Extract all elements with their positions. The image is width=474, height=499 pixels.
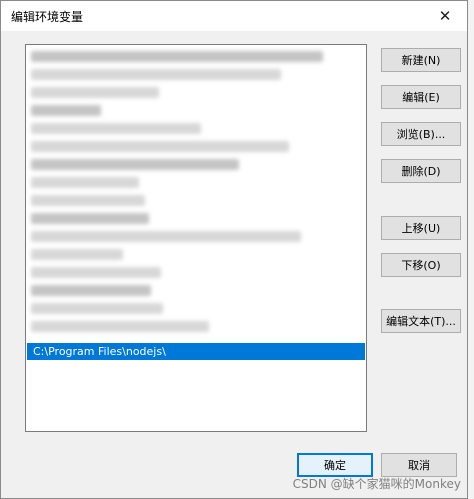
list-item[interactable] — [27, 156, 365, 173]
watermark: CSDN @缺个家猫咪的Monkey — [292, 477, 461, 491]
list-item[interactable] — [27, 246, 365, 263]
list-item[interactable] — [27, 138, 365, 155]
list-item[interactable] — [27, 318, 365, 335]
list-item[interactable] — [27, 228, 365, 245]
list-item[interactable] — [27, 48, 365, 65]
close-icon: ✕ — [438, 7, 452, 25]
edit-env-var-dialog: 编辑环境变量 ✕ C:\Program Files\nodejs\ 新建(N) … — [0, 0, 468, 499]
edit-button[interactable]: 编辑(E) — [381, 85, 461, 109]
browse-button[interactable]: 浏览(B)... — [381, 122, 461, 146]
list-item[interactable] — [27, 102, 365, 119]
move-up-button[interactable]: 上移(U) — [381, 216, 461, 240]
selected-path-text: C:\Program Files\nodejs\ — [33, 345, 166, 358]
close-button[interactable]: ✕ — [423, 1, 467, 31]
edit-text-button[interactable]: 编辑文本(T)... — [381, 309, 461, 333]
delete-button[interactable]: 删除(D) — [381, 159, 461, 183]
ok-button[interactable]: 确定 — [297, 453, 373, 477]
list-item[interactable] — [27, 174, 365, 191]
list-item[interactable] — [27, 282, 365, 299]
list-item[interactable] — [27, 300, 365, 317]
list-item[interactable] — [27, 66, 365, 83]
list-item-selected[interactable]: C:\Program Files\nodejs\ — [27, 343, 365, 360]
move-down-button[interactable]: 下移(O) — [381, 253, 461, 277]
list-item[interactable] — [27, 210, 365, 227]
dialog-title: 编辑环境变量 — [11, 10, 84, 24]
list-item[interactable] — [27, 192, 365, 209]
cancel-button[interactable]: 取消 — [381, 453, 457, 477]
list-item[interactable] — [27, 84, 365, 101]
title-bar: 编辑环境变量 ✕ — [1, 1, 467, 31]
list-item[interactable] — [27, 264, 365, 281]
path-list[interactable]: C:\Program Files\nodejs\ — [25, 44, 367, 432]
list-item[interactable] — [27, 120, 365, 137]
new-button[interactable]: 新建(N) — [381, 48, 461, 72]
